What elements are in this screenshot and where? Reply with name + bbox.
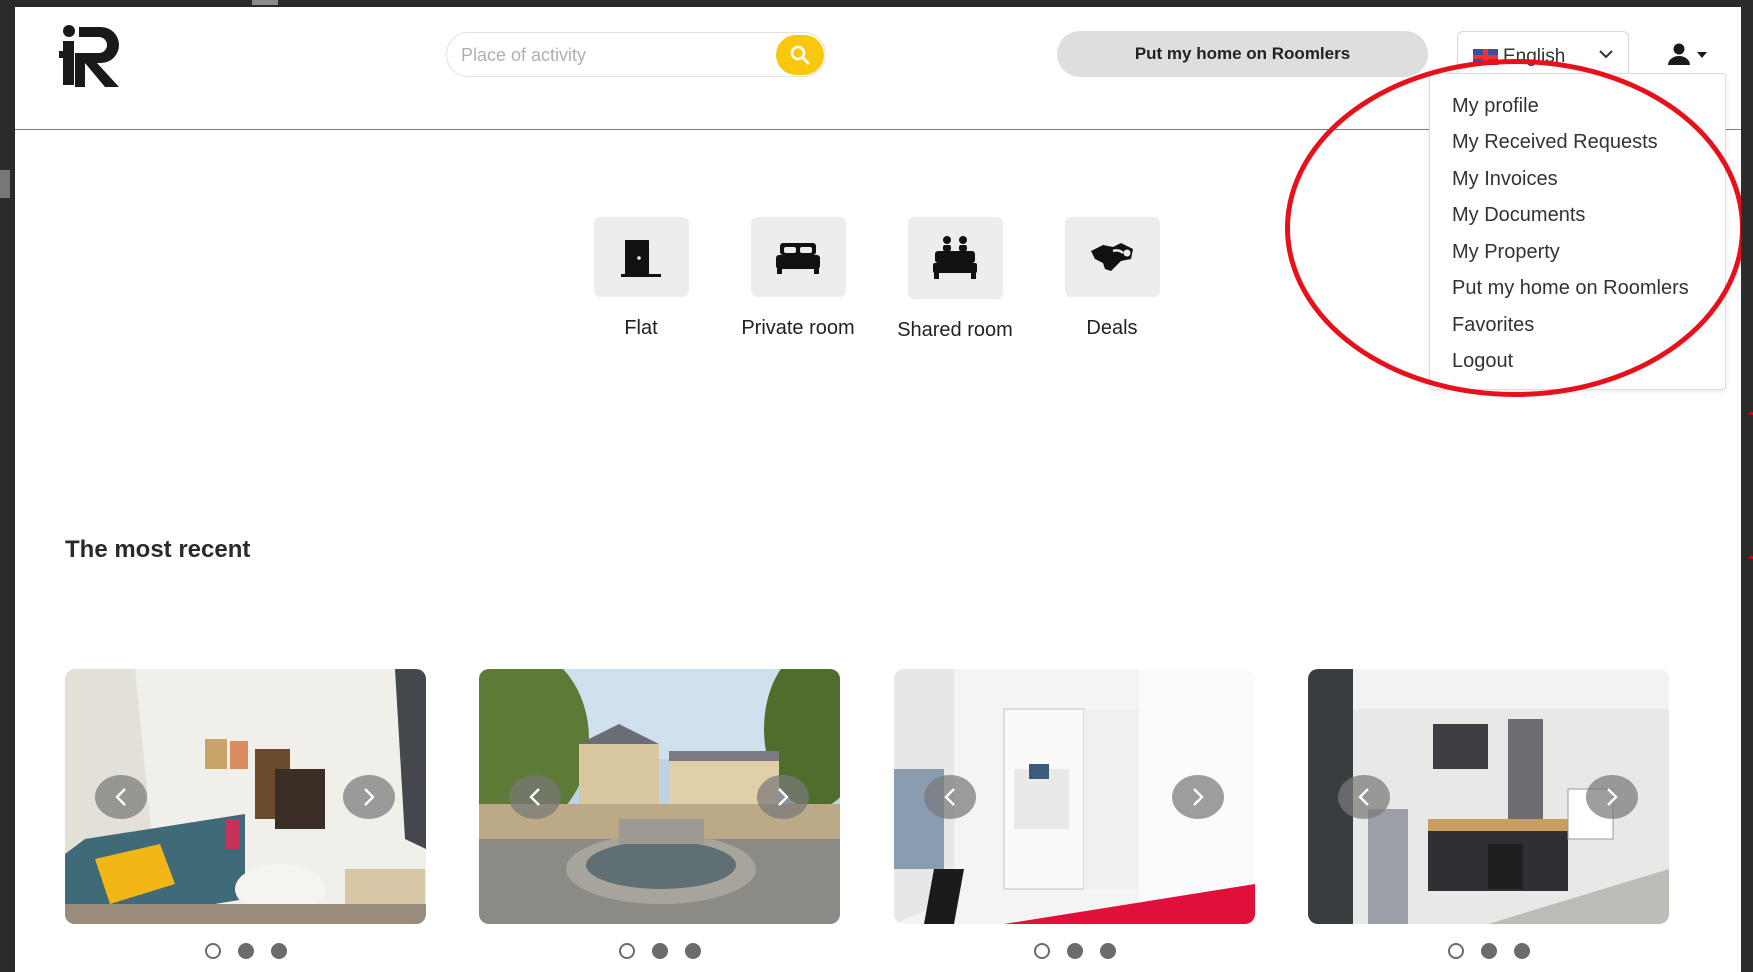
listing-card[interactable]	[1308, 669, 1669, 969]
category-private-room[interactable]: Private room	[728, 217, 868, 340]
search-icon	[790, 45, 810, 65]
carousel-dot[interactable]	[651, 943, 668, 959]
carousel-dot[interactable]	[1066, 943, 1083, 959]
window-frame-mark	[1749, 556, 1753, 559]
section-title: The most recent	[65, 536, 251, 563]
carousel-next-button[interactable]	[757, 775, 809, 819]
menu-item-favorites[interactable]: Favorites	[1452, 314, 1534, 337]
listing-photo[interactable]	[894, 669, 1255, 924]
listing-photo[interactable]	[1308, 669, 1669, 924]
category-tile	[750, 217, 846, 297]
listing-photo[interactable]	[65, 669, 426, 924]
carousel-dot[interactable]	[684, 943, 701, 959]
chevron-right-icon	[364, 788, 375, 806]
category-label: Deals	[1086, 317, 1138, 339]
menu-item-documents[interactable]: My Documents	[1452, 204, 1585, 227]
category-label: Flat	[624, 317, 658, 339]
carousel-dots	[1308, 943, 1669, 959]
listing-photo[interactable]	[479, 669, 840, 924]
category-label: Private room	[741, 317, 855, 339]
chevron-left-icon	[529, 788, 540, 806]
carousel-dot[interactable]	[237, 943, 254, 959]
category-flat[interactable]: Flat	[571, 217, 711, 340]
page: Put my home on Roomlers English My profi…	[15, 7, 1741, 972]
carousel-dots	[65, 943, 426, 959]
carousel-prev-button[interactable]	[95, 775, 147, 819]
user-icon	[1668, 43, 1690, 65]
category-tile	[907, 217, 1003, 299]
chevron-right-icon	[778, 788, 789, 806]
put-home-button[interactable]: Put my home on Roomlers	[1057, 31, 1428, 77]
shared-bed-icon	[933, 236, 977, 279]
search-bar	[446, 32, 826, 77]
window-frame-strip	[0, 170, 10, 198]
category-deals[interactable]: Deals	[1042, 217, 1182, 340]
bed-icon	[776, 243, 820, 274]
uk-flag-icon	[1473, 49, 1498, 65]
menu-item-property[interactable]: My Property	[1452, 241, 1560, 264]
category-tile	[1064, 217, 1160, 297]
carousel-prev-button[interactable]	[509, 775, 561, 819]
menu-item-logout[interactable]: Logout	[1452, 350, 1513, 373]
chevron-left-icon	[944, 788, 955, 806]
door-icon	[621, 240, 661, 277]
carousel-dot[interactable]	[1099, 943, 1116, 959]
carousel-prev-button[interactable]	[924, 775, 976, 819]
handshake-icon	[1091, 243, 1133, 271]
menu-item-invoices[interactable]: My Invoices	[1452, 168, 1558, 191]
window-frame-mark	[1749, 412, 1753, 415]
language-label: English	[1503, 46, 1566, 67]
listing-card[interactable]	[479, 669, 840, 969]
menu-item-my-profile[interactable]: My profile	[1452, 95, 1539, 118]
carousel-dot[interactable]	[1513, 943, 1530, 959]
caret-down-icon	[1697, 52, 1707, 58]
chevron-right-icon	[1193, 788, 1204, 806]
carousel-dot[interactable]	[1033, 943, 1050, 959]
category-shared-room[interactable]: Shared room	[885, 217, 1025, 342]
search-input[interactable]	[461, 41, 751, 69]
user-dropdown-menu: My profile My Received Requests My Invoi…	[1429, 73, 1726, 390]
chevron-down-icon	[1599, 50, 1613, 59]
carousel-dots	[479, 943, 840, 959]
chevron-left-icon	[1358, 788, 1369, 806]
carousel-next-button[interactable]	[1172, 775, 1224, 819]
search-button[interactable]	[776, 35, 824, 75]
menu-item-put-home[interactable]: Put my home on Roomlers	[1452, 277, 1689, 300]
carousel-dot[interactable]	[270, 943, 287, 959]
roomlers-logo[interactable]	[57, 21, 135, 89]
category-tile	[593, 217, 689, 297]
carousel-dot[interactable]	[1480, 943, 1497, 959]
window-frame-tab	[252, 0, 278, 5]
user-menu-button[interactable]	[1665, 41, 1713, 71]
carousel-dots	[894, 943, 1255, 959]
carousel-next-button[interactable]	[1586, 775, 1638, 819]
carousel-next-button[interactable]	[343, 775, 395, 819]
category-label: Shared room	[897, 319, 1013, 341]
chevron-right-icon	[1607, 788, 1618, 806]
carousel-dot[interactable]	[618, 943, 635, 959]
carousel-dot[interactable]	[1447, 943, 1464, 959]
carousel-dot[interactable]	[204, 943, 221, 959]
listing-card[interactable]	[65, 669, 426, 969]
menu-item-received-requests[interactable]: My Received Requests	[1452, 131, 1658, 154]
listing-card[interactable]	[894, 669, 1255, 969]
carousel-prev-button[interactable]	[1338, 775, 1390, 819]
chevron-left-icon	[115, 788, 126, 806]
